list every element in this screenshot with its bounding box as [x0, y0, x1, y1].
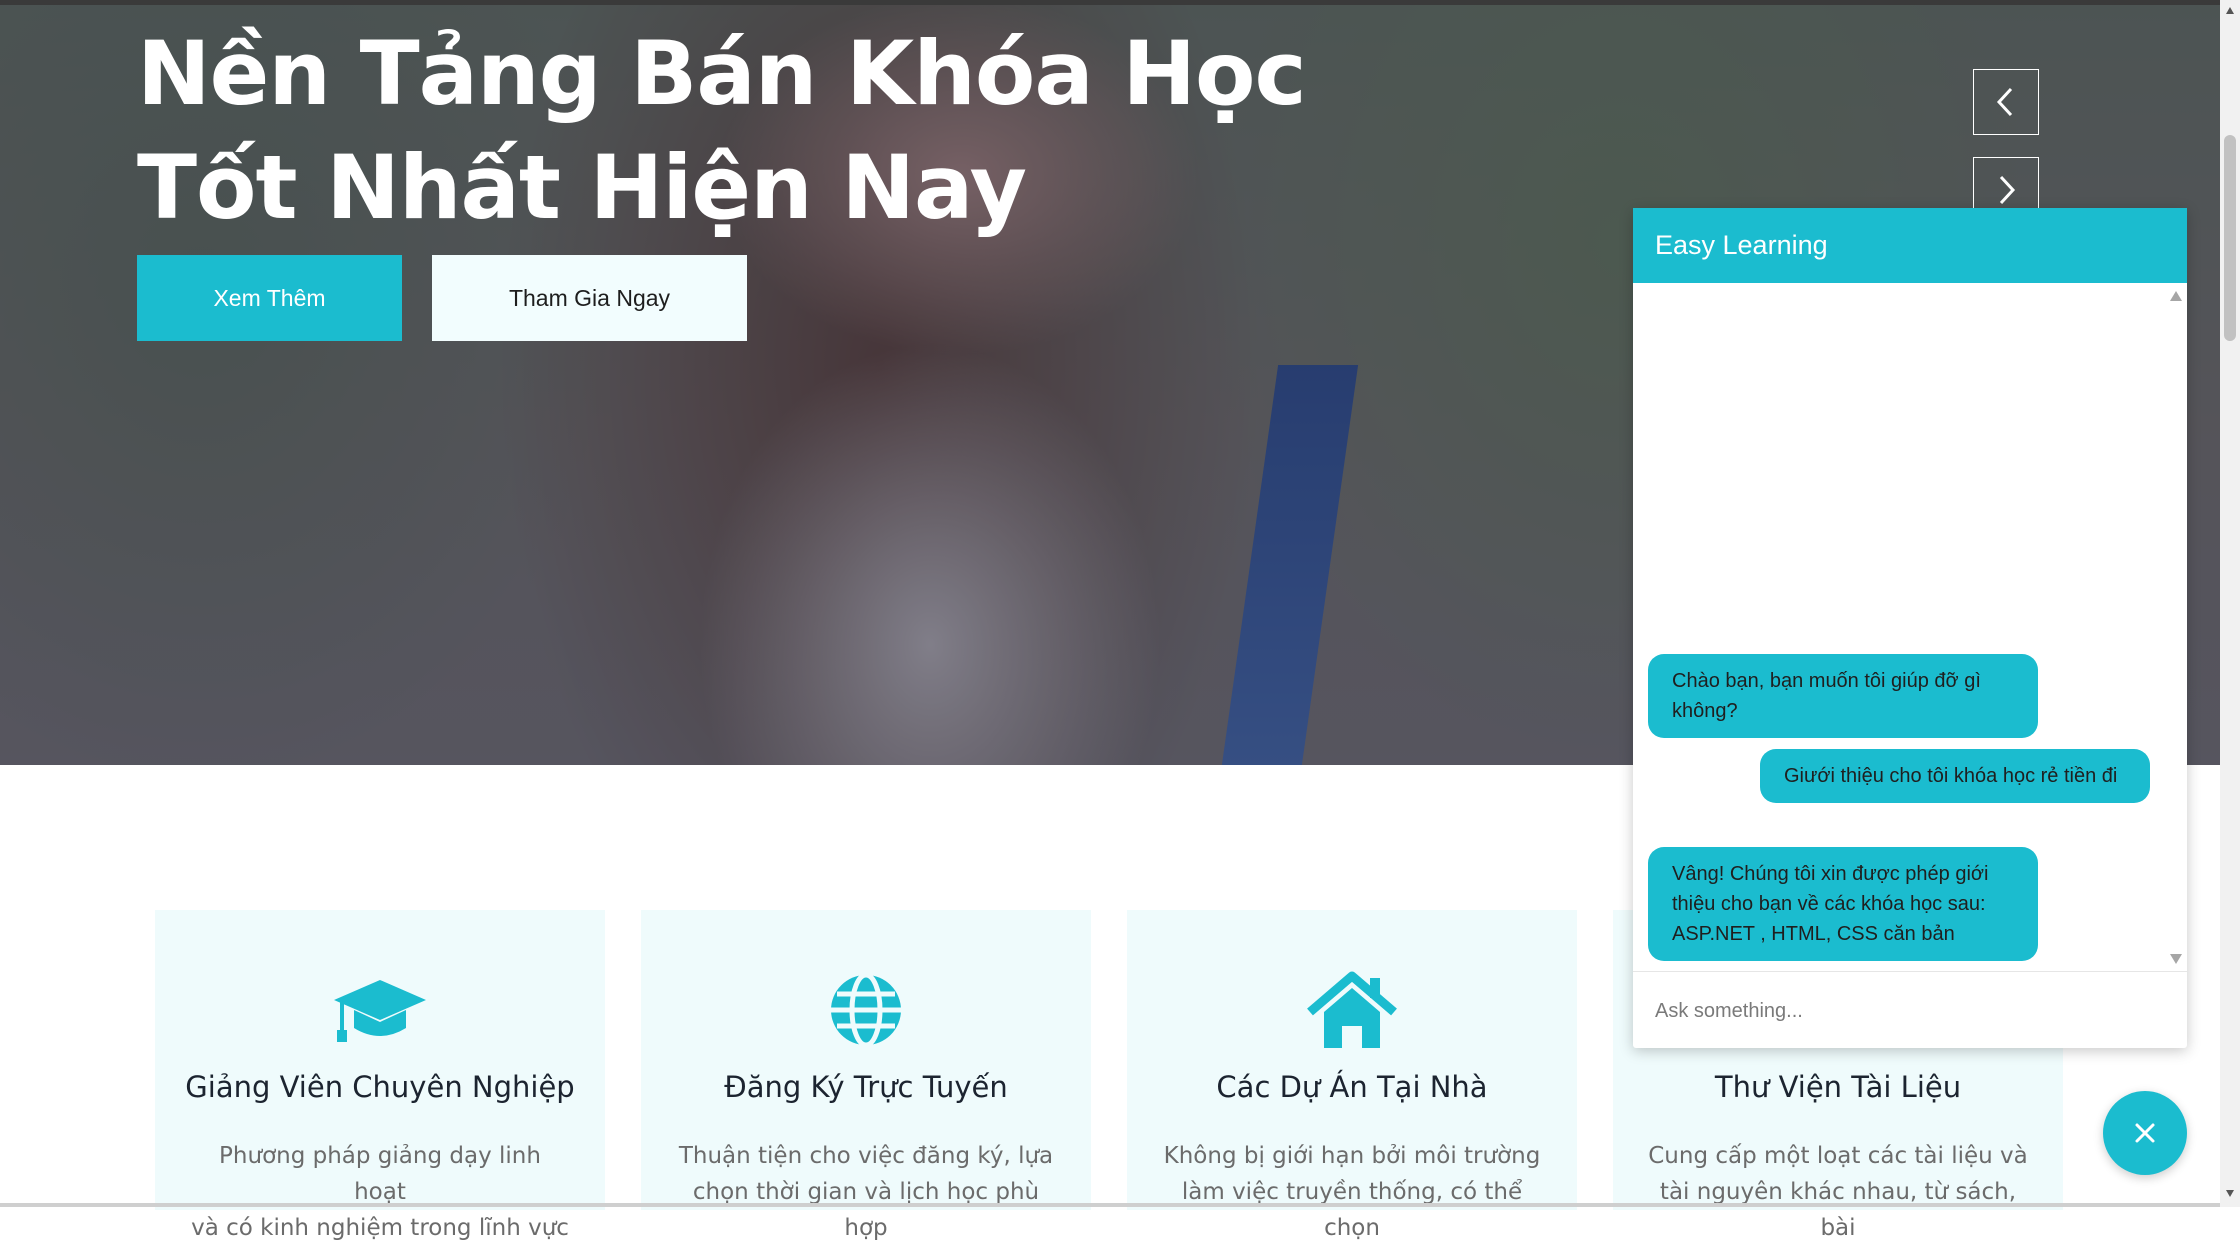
feature-title: Giảng Viên Chuyên Nghiệp: [185, 1070, 575, 1104]
scroll-up-arrow-icon[interactable]: [2169, 290, 2183, 302]
graduation-cap-icon: [334, 980, 426, 1042]
scroll-up-arrow-icon[interactable]: [2225, 6, 2235, 16]
hero-title: Nền Tảng Bán Khóa Học Tốt Nhất Hiện Nay: [137, 17, 1387, 245]
home-icon: [1307, 971, 1397, 1048]
join-now-button[interactable]: Tham Gia Ngay: [432, 255, 747, 341]
chevron-left-icon: [1996, 87, 2013, 117]
chat-message-bot: Chào bạn, bạn muốn tôi giúp đỡ gì không?: [1648, 654, 2038, 738]
hero-title-line-1: Nền Tảng Bán Khóa Học: [137, 22, 1307, 125]
page-scrollbar[interactable]: [2220, 0, 2240, 1207]
feature-title: Thư Viện Tài Liệu: [1714, 1070, 1962, 1104]
scrollbar-thumb[interactable]: [2224, 135, 2236, 341]
feature-card-home-projects: Các Dự Án Tại Nhà Không bị giới hạn bởi …: [1127, 910, 1577, 1241]
scroll-down-arrow-icon[interactable]: [2225, 1188, 2235, 1198]
chat-divider: [1633, 971, 2187, 972]
feature-card-instructors: Giảng Viên Chuyên Nghiệp Phương pháp giả…: [155, 910, 605, 1241]
see-more-button[interactable]: Xem Thêm: [137, 255, 402, 341]
feature-description: Thuận tiện cho việc đăng ký, lựa chọn th…: [678, 1143, 1054, 1241]
carousel-prev-button[interactable]: [1973, 69, 2039, 135]
feature-card-online-registration: Đăng Ký Trực Tuyến Thuận tiện cho việc đ…: [641, 910, 1091, 1241]
chat-header-title: Easy Learning: [1633, 208, 2187, 283]
chat-message-input[interactable]: [1653, 990, 2167, 1032]
browser-bottom-border: [0, 1203, 2220, 1207]
feature-description: Cung cấp một loạt các tài liệu và tài ng…: [1648, 1143, 2028, 1241]
feature-title: Đăng Ký Trực Tuyến: [724, 1070, 1008, 1104]
chat-close-button[interactable]: [2103, 1091, 2187, 1175]
scroll-down-arrow-icon[interactable]: [2169, 953, 2183, 965]
feature-description: Phương pháp giảng dạy linh hoạt và có ki…: [191, 1143, 569, 1241]
chat-message-bot: Vâng! Chúng tôi xin được phép giới thiệu…: [1648, 847, 2038, 961]
hero-title-line-2: Tốt Nhất Hiện Nay: [137, 136, 1027, 239]
chat-message-user: Giưới thiệu cho tôi khóa học rẻ tiền đi: [1760, 749, 2150, 803]
feature-description: Không bị giới hạn bởi môi trường làm việ…: [1163, 1143, 1541, 1241]
chat-widget: Easy Learning Chào bạn, bạn muốn tôi giú…: [1633, 208, 2187, 1048]
chevron-right-icon: [1999, 175, 2016, 205]
feature-title: Các Dự Án Tại Nhà: [1216, 1070, 1488, 1104]
close-icon: [2135, 1123, 2155, 1143]
globe-icon: [831, 972, 901, 1048]
